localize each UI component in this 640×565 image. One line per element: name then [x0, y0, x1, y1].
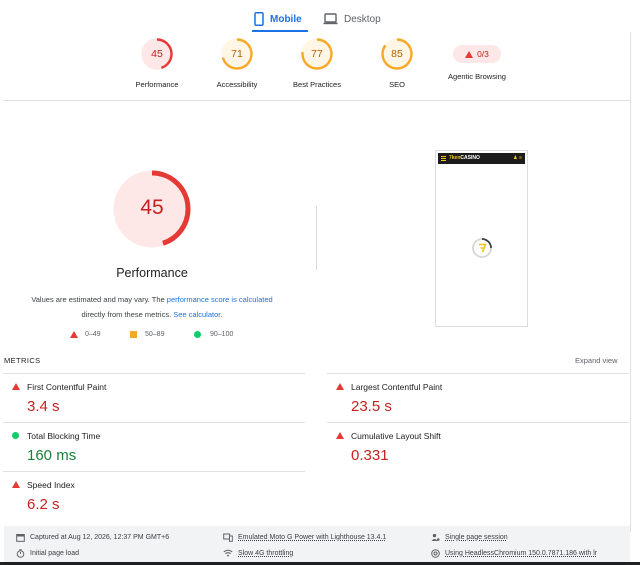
- score-calculation-link[interactable]: performance score is calculated: [167, 295, 273, 304]
- laptop-icon: [323, 13, 338, 25]
- wifi-icon: [223, 549, 233, 557]
- gauge-label: SEO: [389, 80, 405, 89]
- tab-mobile[interactable]: Mobile: [252, 6, 308, 32]
- average-square-icon: [130, 331, 137, 338]
- note-text-2: directly from these metrics.: [81, 310, 174, 319]
- gauge-score: 71: [231, 48, 243, 60]
- gauge-score: 45: [151, 48, 163, 60]
- metric-first-contentful-paint: First Contentful Paint 3.4 s: [3, 373, 305, 420]
- runtime-settings: Captured at Aug 12, 2026, 12:37 PM GMT+6…: [4, 526, 630, 562]
- fail-triangle-icon: [336, 432, 344, 439]
- fail-triangle-icon: [70, 331, 78, 338]
- metrics-heading: METRICS: [4, 356, 41, 365]
- metric-label: Largest Contentful Paint: [351, 382, 443, 392]
- active-tab-indicator: [252, 30, 308, 32]
- summary-divider: [3, 100, 630, 101]
- legend-range: 90–100: [210, 331, 234, 338]
- emulated-device[interactable]: Emulated Moto G Power with Lighthouse 13…: [223, 533, 386, 542]
- performance-score: 45: [140, 196, 164, 219]
- metric-speed-index: Speed Index 6.2 s: [3, 471, 305, 518]
- section-divider: [316, 206, 317, 270]
- performance-gauge: 45: [112, 169, 192, 249]
- captured-at: Captured at Aug 12, 2026, 12:37 PM GMT+6: [16, 533, 169, 542]
- pass-circle-icon: [194, 331, 201, 338]
- smartphone-icon: [254, 12, 264, 26]
- chrome-icon: [431, 549, 440, 558]
- single-page-session[interactable]: Single page session: [431, 533, 508, 542]
- metric-label: First Contentful Paint: [27, 382, 107, 392]
- gauge-label: Agentic Browsing: [448, 72, 506, 81]
- fail-triangle-icon: [465, 50, 474, 58]
- browser-version[interactable]: Using HeadlessChromium 150.0.7871.186 wi…: [431, 549, 597, 558]
- note-text-1: Values are estimated and may vary. The: [31, 295, 167, 304]
- legend-pass: 90–100: [194, 331, 233, 338]
- device-tabs: Mobile Desktop: [0, 0, 640, 32]
- performance-title: Performance: [116, 266, 188, 280]
- agentic-badge-value: 0/3: [477, 49, 489, 59]
- hamburger-menu-icon: [441, 156, 446, 161]
- timer-icon: [16, 549, 25, 558]
- metric-value: 0.331: [351, 447, 389, 464]
- gauge-agentic-browsing[interactable]: 0/3 Agentic Browsing: [427, 36, 527, 81]
- final-screenshot[interactable]: 7kenCASINO ♟ ≡: [435, 150, 528, 327]
- metric-largest-contentful-paint: Largest Contentful Paint 23.5 s: [327, 373, 629, 420]
- metric-value: 6.2 s: [27, 496, 60, 513]
- loading-spinner-icon: [472, 238, 492, 258]
- pass-circle-icon: [12, 432, 19, 439]
- tab-desktop-label: Desktop: [344, 13, 381, 25]
- metric-cumulative-layout-shift: Cumulative Layout Shift 0.331: [327, 422, 629, 469]
- legend-range: 0–49: [85, 331, 101, 338]
- fail-triangle-icon: [12, 383, 20, 390]
- expand-view-toggle[interactable]: Expand view: [575, 356, 618, 365]
- metric-label: Total Blocking Time: [27, 431, 101, 441]
- performance-note: Values are estimated and may vary. The p…: [10, 292, 294, 322]
- see-calculator-link[interactable]: See calculator.: [173, 310, 222, 319]
- legend-fail: 0–49: [70, 331, 101, 338]
- fail-triangle-icon: [12, 481, 20, 488]
- tab-desktop[interactable]: Desktop: [323, 6, 393, 32]
- tab-mobile-label: Mobile: [270, 13, 302, 25]
- fail-triangle-icon: [336, 383, 344, 390]
- metric-label: Cumulative Layout Shift: [351, 431, 441, 441]
- metric-value: 23.5 s: [351, 398, 392, 415]
- legend-average: 50–89: [130, 331, 164, 338]
- gauge-score: 85: [391, 48, 403, 60]
- initial-page-load: Initial page load: [16, 549, 79, 558]
- device-icon: [223, 533, 233, 542]
- category-summary: 45 Performance 71 Accessibility 77 Best …: [0, 36, 630, 100]
- legend-range: 50–89: [145, 331, 165, 338]
- site-logo: 7kenCASINO: [449, 155, 480, 161]
- panel-border: [630, 32, 631, 532]
- gauge-score: 77: [311, 48, 323, 60]
- metric-label: Speed Index: [27, 480, 75, 490]
- person-icon: [431, 533, 440, 541]
- site-header-icons: ♟ ≡: [513, 155, 522, 161]
- calendar-icon: [16, 534, 25, 542]
- metric-value: 160 ms: [27, 447, 77, 464]
- metric-total-blocking-time: Total Blocking Time 160 ms: [3, 422, 305, 469]
- network-throttling[interactable]: Slow 4G throttling: [223, 549, 293, 557]
- screenshot-site-header: 7kenCASINO ♟ ≡: [438, 153, 525, 164]
- agentic-badge: 0/3: [453, 45, 501, 63]
- metric-value: 3.4 s: [27, 398, 60, 415]
